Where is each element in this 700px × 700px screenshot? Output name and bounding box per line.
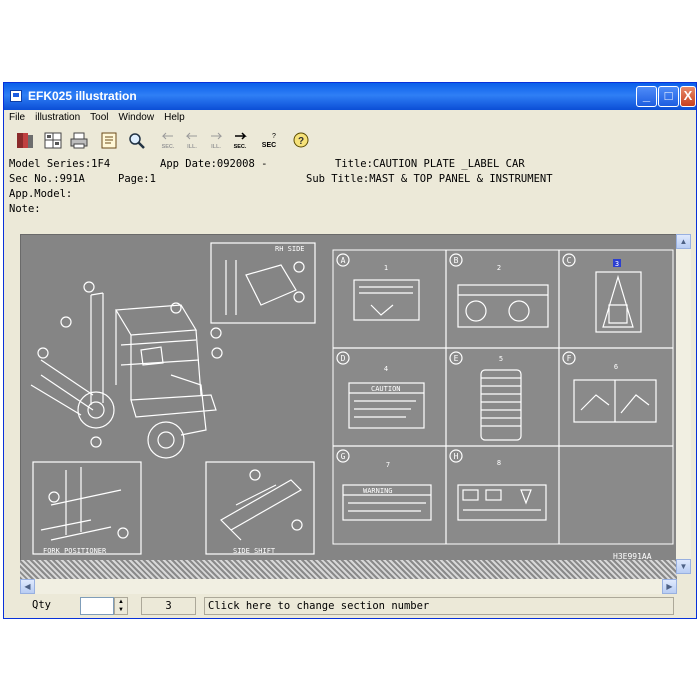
scroll-up-button[interactable]: ▲ [676,234,691,249]
status-bar: Qty ▲ ▼ 3 Click here to change section nu… [4,595,696,617]
menu-window[interactable]: Window [114,110,160,123]
scroll-left-button[interactable]: ◀ [20,579,35,594]
close-button[interactable]: X [680,86,696,107]
warning-label: WARNING [363,487,393,495]
scroll-down-button[interactable]: ▼ [676,559,691,574]
app-icon[interactable] [10,90,22,102]
menu-help[interactable]: Help [159,110,190,123]
cell-g-letter: G [341,452,346,461]
menu-illustration[interactable]: illustration [30,110,85,123]
parts-illustration[interactable]: RH SIDE FORK POSITIONER SIDE SHIFT A 1 B… [21,235,677,575]
sub-title: Sub Title:MAST & TOP PANEL & INSTRUMENT [306,173,553,185]
cell-g-number: 7 [386,461,390,469]
caution-label: CAUTION [371,385,401,393]
menu-file[interactable]: File [4,110,30,123]
rh-side-inset: RH SIDE [210,242,316,324]
title-text: Title:CAUTION PLATE _LABEL CAR [335,158,525,170]
fork-positioner-inset: FORK POSITIONER [32,461,142,555]
vertical-scrollbar[interactable]: ▲ ▼ [676,234,691,574]
qty-input[interactable] [80,597,114,615]
maximize-button[interactable]: □ [658,86,679,107]
cell-f-number: 6 [614,363,618,371]
qty-label: Qty [32,599,51,611]
cell-e-letter: E [454,354,459,363]
help-icon[interactable]: ? [290,130,312,151]
cell-f-letter: F [567,354,572,363]
prev-section-label: SEC. [162,144,175,150]
prev-section-icon[interactable]: SEC. [157,130,179,151]
cell-a-number: 1 [384,264,388,272]
window-title: EFK025 illustration [28,89,137,103]
cell-d-number: 4 [384,365,388,373]
forklift-drawing [30,292,217,459]
search-icon[interactable] [126,130,148,151]
section-number: Sec No.:991A [9,173,85,185]
cell-b-letter: B [454,256,459,265]
toolbar: SEC. ILL. ILL. SEC. ? SEC ? [4,127,696,156]
cell-a-letter: A [341,256,346,265]
cell-d-letter: D [341,354,346,363]
page-icon[interactable] [98,130,120,151]
scroll-right-button[interactable]: ▶ [662,579,677,594]
section-query-label: SEC [262,142,276,149]
model-series: Model Series:1F4 [9,158,111,170]
next-illustration-icon[interactable]: ILL. [205,130,227,151]
grid-icon[interactable] [42,130,64,151]
print-icon[interactable] [68,130,90,151]
section-number-field[interactable]: Click here to change section number [204,597,674,615]
label-grid [332,249,674,545]
title-bar[interactable]: EFK025 illustration _ □ X [4,83,696,110]
cell-c-letter: C [567,256,572,265]
book-icon[interactable] [14,130,36,151]
qty-spinner[interactable]: ▲ ▼ [114,597,128,615]
hatched-divider [20,560,677,579]
app-window: EFK025 illustration _ □ X File illustrati… [3,82,697,619]
note: Note: [9,203,41,215]
info-panel: Model Series:1F4 App Date:092008 - Title… [4,155,696,231]
fork-positioner-label: FORK POSITIONER [43,547,107,555]
prev-illustration-icon[interactable]: ILL. [181,130,203,151]
illustration-viewer[interactable]: RH SIDE FORK POSITIONER SIDE SHIFT A 1 B… [20,234,677,575]
page-label: Page:1 [118,173,156,185]
side-shift-inset: SIDE SHIFT [205,461,315,555]
menu-bar: File illustration Tool Window Help [4,110,696,127]
next-illustration-label: ILL. [211,144,221,150]
cell-b-number: 2 [497,264,501,272]
cell-c-number: 3 [615,260,619,268]
next-section-icon[interactable]: SEC. [229,130,251,151]
cell-h-number: 8 [497,459,501,467]
cell-e-number: 5 [499,355,503,363]
cell-h-letter: H [454,452,459,461]
prev-illustration-label: ILL. [187,144,197,150]
side-shift-label: SIDE SHIFT [233,547,276,555]
horizontal-scrollbar[interactable]: ◀ ▶ [20,579,677,594]
section-query-icon[interactable]: ? SEC [259,130,281,151]
app-date: App Date:092008 - [160,158,268,170]
next-section-label: SEC. [234,144,247,150]
minimize-button[interactable]: _ [636,86,657,107]
page-number-field: 3 [141,597,196,615]
svg-text:?: ? [272,133,276,140]
menu-tool[interactable]: Tool [85,110,113,123]
app-model: App.Model: [9,188,73,200]
rh-side-label: RH SIDE [275,245,305,253]
svg-text:?: ? [298,136,304,147]
